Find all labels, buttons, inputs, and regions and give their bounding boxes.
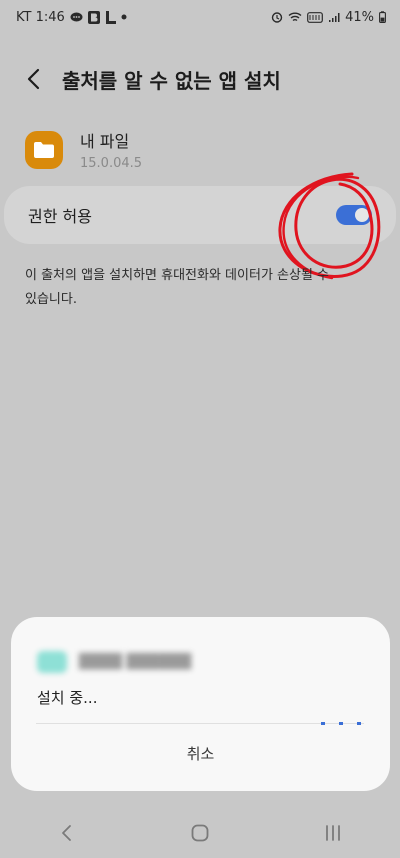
chevron-left-icon <box>27 68 40 90</box>
permission-toggle[interactable] <box>336 205 372 225</box>
toggle-knob <box>355 208 369 222</box>
nav-recents-button[interactable] <box>303 813 363 853</box>
cancel-button[interactable]: 취소 <box>11 735 390 771</box>
status-bar: KT 1:46 41% <box>0 0 400 34</box>
progress-track <box>36 723 364 724</box>
header: 출처를 알 수 없는 앱 설치 <box>0 58 400 100</box>
back-button[interactable] <box>8 58 60 100</box>
app-name: 내 파일 <box>80 132 130 151</box>
battery-icon <box>379 11 386 23</box>
volte-icon <box>307 11 323 23</box>
permission-row[interactable]: 권한 허용 <box>4 186 396 244</box>
wifi-icon <box>288 12 302 23</box>
install-sheet: ████ ██████ 설치 중... 취소 <box>11 617 390 791</box>
status-right: 41% <box>271 10 386 25</box>
signal-icon <box>328 12 340 23</box>
app-info: 내 파일 15.0.04.5 <box>25 128 142 171</box>
carrier-time: KT 1:46 <box>16 9 65 25</box>
nav-bar <box>0 808 400 858</box>
back-icon <box>61 825 71 841</box>
battery-level: 41% <box>345 9 374 25</box>
page-title: 출처를 알 수 없는 앱 설치 <box>62 68 281 93</box>
blurred-app-name: ████ ██████ <box>79 654 192 670</box>
chat-bubble-icon <box>70 12 83 23</box>
nav-home-button[interactable] <box>170 813 230 853</box>
dot-icon <box>121 14 127 20</box>
permission-label: 권한 허용 <box>28 207 92 226</box>
blurred-app-icon <box>37 651 67 673</box>
install-status: 설치 중... <box>37 689 98 707</box>
progress-indicator <box>321 722 365 725</box>
warning-line-2: 있습니다. <box>25 292 77 307</box>
alarm-icon <box>271 11 283 23</box>
l-app-icon <box>105 10 116 24</box>
folder-icon <box>34 141 54 158</box>
app-version: 15.0.04.5 <box>80 156 143 171</box>
sheet-app-row: ████ ██████ <box>37 651 191 673</box>
home-icon <box>191 824 209 842</box>
nav-back-button[interactable] <box>37 813 97 853</box>
recents-icon <box>326 825 341 841</box>
app-icon <box>25 130 63 169</box>
warning-line-1: 이 출처의 앱을 설치하면 휴대전화와 데이터가 손상될 수 <box>25 268 330 283</box>
warning-text: 이 출처의 앱을 설치하면 휴대전화와 데이터가 손상될 수 있습니다. <box>25 264 355 312</box>
b-app-icon <box>87 10 100 24</box>
app-text: 내 파일 15.0.04.5 <box>80 128 142 171</box>
status-left: KT 1:46 <box>16 10 127 25</box>
